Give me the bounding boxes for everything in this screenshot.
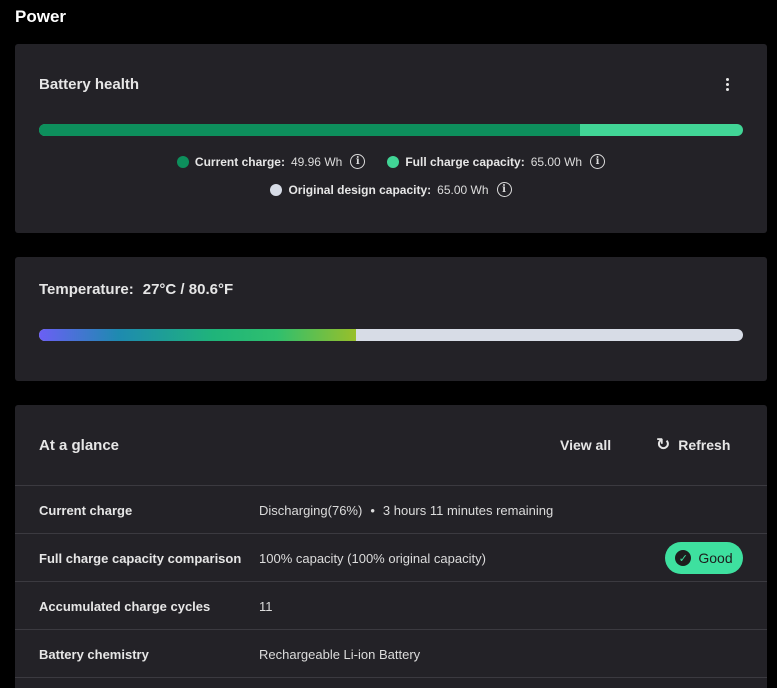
current-charge-fill: [39, 124, 581, 136]
row-label: Current charge: [39, 503, 133, 518]
legend-row: Original design capacity: 65.00 Wh i: [15, 182, 767, 197]
at-a-glance-card: At a glance View all ↻ Refresh Current c…: [15, 405, 767, 688]
info-icon[interactable]: i: [496, 182, 512, 197]
more-vertical-icon[interactable]: [721, 76, 733, 92]
table-row: Full charge capacity comparison 100% cap…: [15, 534, 767, 582]
temperature-value: 27°C / 80.6°F: [142, 281, 234, 298]
view-all-button[interactable]: View all: [560, 437, 611, 453]
legend-label: Original design capacity:: [288, 182, 432, 197]
current-charge-dot: [176, 155, 189, 168]
row-value: Discharging(76%) • 3 hours 11 minutes rema…: [259, 503, 553, 518]
check-circle-icon: ✓: [675, 550, 692, 566]
refresh-icon: ↻: [656, 435, 671, 454]
original-design-dot: [270, 183, 283, 196]
legend-original-design-capacity: Original design capacity: 65.00 Wh i: [270, 182, 512, 197]
temperature-fill: [39, 329, 356, 341]
legend-value: 49.96 Wh: [290, 154, 343, 169]
full-charge-dot: [387, 155, 400, 168]
info-icon[interactable]: i: [590, 154, 606, 169]
row-label: Battery chemistry: [39, 647, 149, 662]
temperature-bar: [39, 329, 743, 341]
row-value: 100% capacity (100% original capacity): [259, 551, 486, 566]
battery-health-card: Battery health Current charge: 49.96 Wh …: [15, 44, 767, 233]
table-row: Battery chemistry Rechargeable Li-ion Ba…: [15, 630, 767, 678]
legend-value: 65.00 Wh: [437, 182, 489, 197]
temperature-heading: Temperature: 27°C / 80.6°F: [39, 281, 233, 298]
temperature-label: Temperature:: [39, 281, 134, 298]
row-label: Accumulated charge cycles: [39, 599, 211, 614]
table-row: Current charge Discharging(76%) • 3 hours …: [15, 486, 767, 534]
status-badge-label: Good: [698, 550, 733, 566]
legend-current-charge: Current charge: 49.96 Wh i: [176, 154, 366, 169]
legend-label: Current charge:: [194, 154, 285, 169]
battery-health-title: Battery health: [39, 76, 140, 93]
at-a-glance-title: At a glance: [39, 437, 120, 454]
status-badge: ✓ Good: [665, 542, 743, 574]
page-title: Power: [15, 7, 67, 26]
row-value: 11: [259, 599, 273, 614]
legend-value: 65.00 Wh: [530, 154, 583, 169]
legend-label: Full charge capacity:: [405, 154, 525, 169]
battery-health-bar: [39, 124, 743, 136]
table-row: Accumulated charge cycles 11: [15, 582, 767, 630]
at-a-glance-header: At a glance View all ↻ Refresh: [15, 405, 767, 486]
refresh-button[interactable]: ↻ Refresh: [656, 435, 731, 454]
legend-full-charge-capacity: Full charge capacity: 65.00 Wh i: [387, 154, 606, 169]
row-label: Full charge capacity comparison: [39, 551, 242, 566]
temperature-card: Temperature: 27°C / 80.6°F: [15, 257, 767, 381]
separator-dot: •: [370, 503, 375, 518]
legend-row: Current charge: 49.96 Wh i Full charge c…: [15, 154, 767, 169]
charge-status: Discharging(76%): [259, 503, 363, 518]
row-value: Rechargeable Li-ion Battery: [259, 647, 421, 662]
time-remaining: 3 hours 11 minutes remaining: [382, 503, 554, 518]
info-icon[interactable]: i: [350, 154, 366, 169]
refresh-label: Refresh: [678, 437, 731, 453]
